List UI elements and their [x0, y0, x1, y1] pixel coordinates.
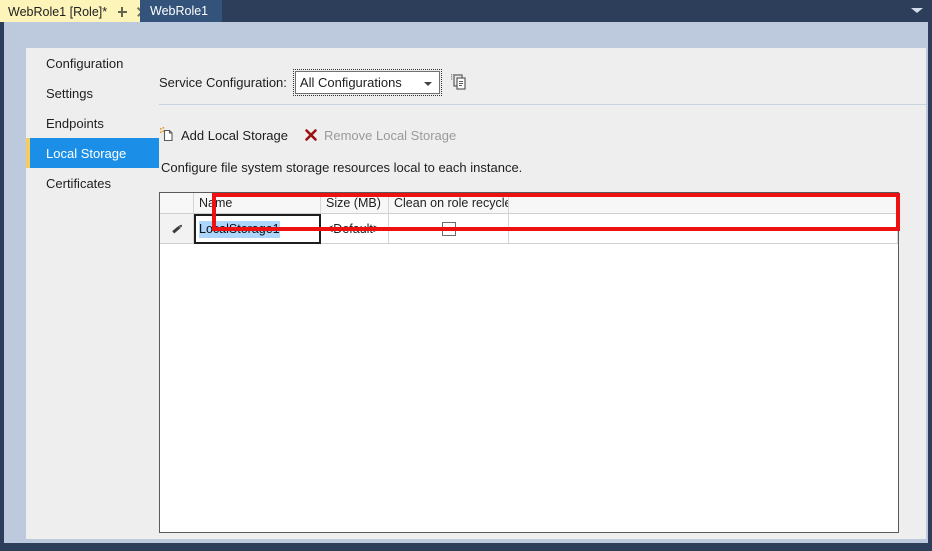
chevron-down-glyph — [911, 8, 923, 13]
window-frame: Configuration Settings Endpoints Local S… — [4, 22, 928, 543]
tab-label: WebRole1 [Role]* — [8, 5, 113, 19]
service-configuration-label: Service Configuration: — [159, 75, 287, 90]
chevron-down-icon — [424, 82, 432, 86]
clean-on-role-recycle-cell[interactable] — [389, 214, 509, 243]
grid-header-row-selector — [160, 193, 194, 213]
sidebar-item-label: Settings — [46, 86, 93, 101]
add-document-icon — [159, 126, 177, 144]
add-local-storage-label: Add Local Storage — [181, 128, 288, 143]
pin-icon[interactable] — [116, 5, 130, 19]
grid-header-clean-label: Clean on role recycle — [394, 196, 509, 210]
tab-label: WebRole1 — [150, 4, 208, 18]
local-storage-grid: Name Size (MB) Clean on role recycle — [159, 192, 899, 533]
sidebar-item-endpoints[interactable]: Endpoints — [26, 108, 159, 138]
table-row[interactable]: LocalStorage1 <Default> — [160, 214, 898, 244]
row-filler-cell — [509, 214, 898, 243]
sidebar-item-local-storage[interactable]: Local Storage — [26, 138, 159, 168]
grid-header-size[interactable]: Size (MB) — [321, 193, 389, 213]
sidebar-item-settings[interactable]: Settings — [26, 78, 159, 108]
grid-header-clean-on-role-recycle[interactable]: Clean on role recycle — [389, 193, 509, 213]
chevron-down-icon[interactable] — [910, 5, 924, 17]
remove-x-icon — [302, 126, 320, 144]
tab-webrole1[interactable]: WebRole1 — [140, 0, 222, 22]
remove-local-storage-label: Remove Local Storage — [324, 128, 456, 143]
pencil-edit-icon — [169, 221, 185, 237]
local-storage-panel: Service Configuration: All Configuration… — [159, 48, 926, 539]
copy-configuration-icon[interactable] — [448, 70, 472, 94]
tab-strip: WebRole1 [Role]* WebRole1 — [0, 0, 932, 22]
name-cell-value: LocalStorage1 — [199, 221, 280, 238]
sidebar-item-label: Local Storage — [46, 146, 126, 161]
sidebar-item-certificates[interactable]: Certificates — [26, 168, 159, 198]
service-configuration-select[interactable]: All Configurations — [295, 71, 440, 94]
panel-description: Configure file system storage resources … — [161, 160, 522, 175]
local-storage-toolbar: Add Local Storage Remove Local Storag — [159, 124, 470, 146]
row-edit-indicator — [160, 214, 194, 243]
sidebar-item-label: Endpoints — [46, 116, 104, 131]
name-cell-editor[interactable]: LocalStorage1 — [194, 214, 321, 244]
sidebar-item-label: Certificates — [46, 176, 111, 191]
remove-local-storage-button[interactable]: Remove Local Storage — [302, 126, 456, 144]
section-divider — [159, 104, 926, 105]
visual-studio-role-designer: WebRole1 [Role]* WebRole1 Configuration … — [0, 0, 932, 551]
service-configuration-row: Service Configuration: All Configuration… — [159, 70, 472, 94]
grid-header-name-label: Name — [199, 196, 232, 210]
sidebar-item-configuration[interactable]: Configuration — [26, 48, 159, 78]
designer-sidebar: Configuration Settings Endpoints Local S… — [26, 48, 159, 539]
sidebar-item-label: Configuration — [46, 56, 123, 71]
size-cell-value: <Default> — [326, 222, 380, 236]
size-cell[interactable]: <Default> — [321, 214, 389, 243]
service-configuration-value: All Configurations — [300, 75, 402, 90]
grid-header-row: Name Size (MB) Clean on role recycle — [160, 193, 898, 214]
clean-on-role-recycle-checkbox[interactable] — [442, 222, 456, 236]
grid-header-name[interactable]: Name — [194, 193, 321, 213]
tab-webrole1-role[interactable]: WebRole1 [Role]* — [0, 0, 155, 22]
grid-header-filler — [509, 193, 898, 213]
grid-header-size-label: Size (MB) — [326, 196, 381, 210]
add-local-storage-button[interactable]: Add Local Storage — [159, 126, 288, 144]
designer-content: Configuration Settings Endpoints Local S… — [26, 48, 926, 539]
